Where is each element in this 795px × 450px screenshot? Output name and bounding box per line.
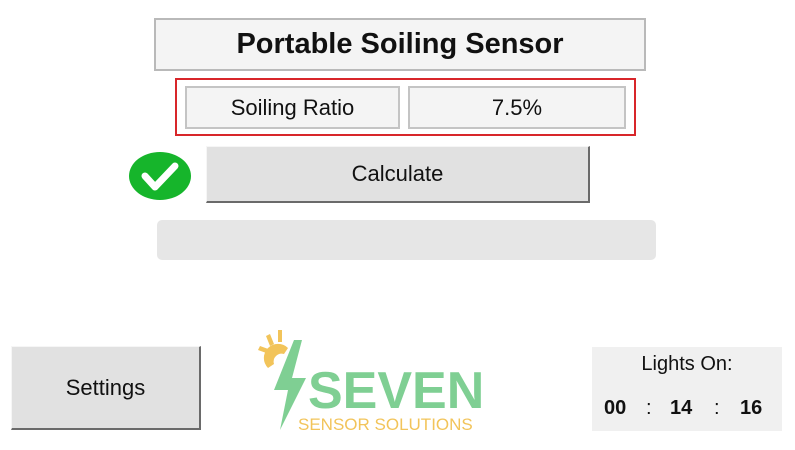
timer-seconds: 16 <box>740 397 763 419</box>
check-circle-icon <box>129 152 191 200</box>
logo-text-sub: SENSOR SOLUTIONS <box>298 415 473 434</box>
lights-on-panel: Lights On: 00 : 14 : 16 <box>592 347 782 431</box>
timer-minutes: 14 <box>670 397 693 419</box>
logo-text-main: SEVEN <box>308 362 484 420</box>
timer-separator: : <box>646 397 652 419</box>
soiling-ratio-value: 7.5% <box>408 86 626 129</box>
page-title: Portable Soiling Sensor <box>154 18 646 71</box>
settings-button[interactable]: Settings <box>11 346 201 430</box>
app-window: Portable Soiling Sensor Soiling Ratio 7.… <box>0 0 795 450</box>
seven-sensor-solutions-logo: SEVEN SENSOR SOLUTIONS <box>258 330 484 434</box>
progress-bar <box>157 220 656 260</box>
soiling-ratio-label: Soiling Ratio <box>185 86 400 129</box>
lights-on-timer: 00 : 14 : 16 <box>592 397 782 423</box>
sun-icon <box>258 330 288 368</box>
timer-separator: : <box>714 397 720 419</box>
calculate-button[interactable]: Calculate <box>206 146 590 203</box>
lights-on-title: Lights On: <box>641 353 733 375</box>
timer-hours: 00 <box>604 397 627 419</box>
